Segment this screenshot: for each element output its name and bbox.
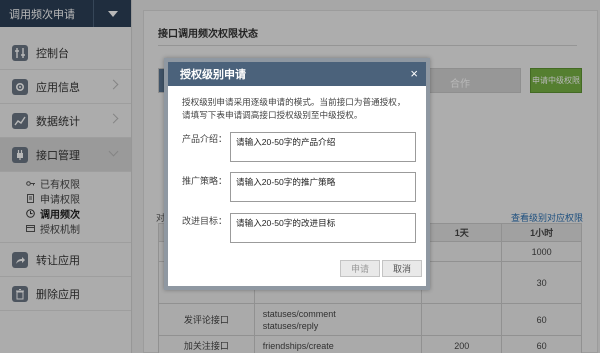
product-intro-field[interactable]: 请输入20-50字的产品介绍	[230, 132, 416, 162]
field-label: 产品介绍：	[182, 134, 228, 144]
submit-button[interactable]: 申请	[340, 260, 380, 277]
field-label: 改进目标：	[182, 216, 228, 226]
field-label: 推广策略：	[182, 176, 228, 186]
improvement-goal-field[interactable]: 请输入20-50字的改进目标	[230, 213, 416, 243]
close-icon[interactable]: ×	[410, 67, 418, 81]
dialog-title: 授权级别申请	[180, 69, 246, 81]
permission-level-dialog: 授权级别申请 × 授权级别申请采用逐级申请的模式。当前接口为普通授权，请填写下表…	[164, 58, 430, 290]
dialog-description: 授权级别申请采用逐级申请的模式。当前接口为普通授权，请填写下表申请调高接口授权级…	[182, 97, 406, 120]
dialog-header: 授权级别申请 ×	[168, 62, 426, 86]
cancel-button[interactable]: 取消	[382, 260, 422, 277]
promotion-strategy-field[interactable]: 请输入20-50字的推广策略	[230, 172, 416, 202]
